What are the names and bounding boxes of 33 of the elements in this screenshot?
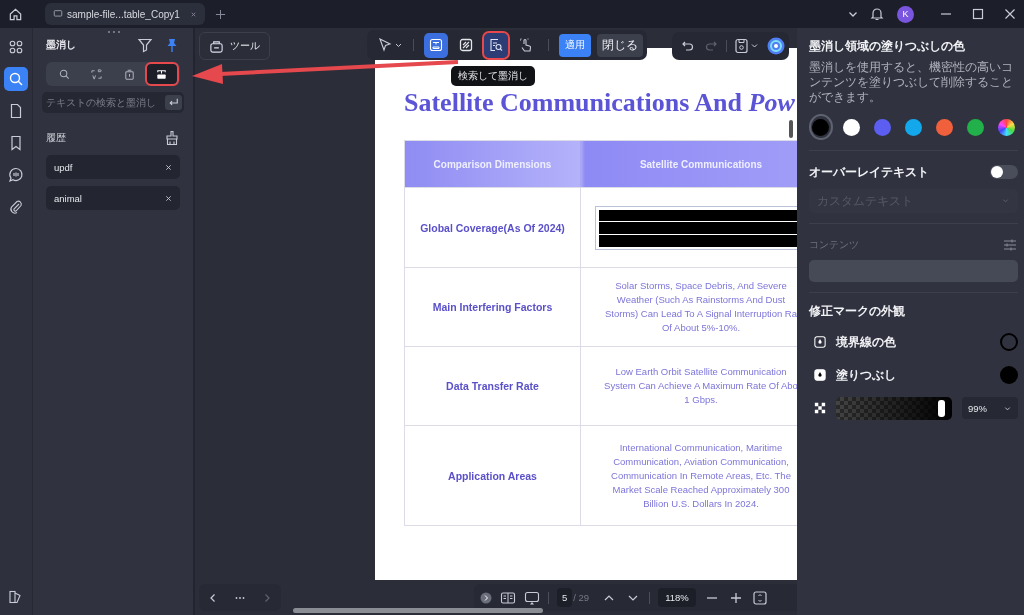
apply-button[interactable]: 適用: [559, 33, 591, 57]
table-cell: Solar Storms, Space Debris, And Severe Weather (Such As Rainstorms And Dust Storms) Can Lead To A Signal Interruption Ra Of About 5%-10%.: [604, 279, 797, 335]
appearance-label: 塗りつぶし: [836, 366, 897, 384]
fill-color-heading: 墨消し領域の塗りつぶしの色: [809, 38, 966, 55]
table-header-cell-text: Satellite Communications: [638, 157, 764, 172]
table-cell: Application Areas: [405, 426, 581, 525]
opacity-dropdown[interactable]: 99%: [962, 397, 1018, 419]
page-number-field[interactable]: 5: [557, 588, 573, 607]
search-field[interactable]: テキストの検索と墨消し: [42, 92, 184, 113]
avatar[interactable]: K: [897, 5, 914, 23]
history-item[interactable]: updf: [46, 155, 180, 179]
history-item[interactable]: animal: [46, 186, 180, 210]
table-cell: Data Transfer Rate: [405, 347, 581, 425]
table-cell: Global Coverage(As Of 2024): [405, 188, 581, 267]
history-text: animal: [54, 192, 82, 204]
table-cell: Low Earth Orbit Satellite Communication System Can Achieve A Maximum Rate Of Abo 1 Gbps.: [604, 365, 797, 407]
history-text: updf: [54, 161, 73, 173]
appearance-label: 境界線の色: [836, 333, 897, 351]
overlay-text-label: オーバーレイテキスト: [809, 163, 929, 181]
history-heading: 履歴: [46, 131, 67, 145]
page-total: / 29: [573, 592, 590, 603]
panel-title: 墨消し: [46, 38, 77, 52]
document-title: Satellite Communications And Pow: [404, 88, 796, 118]
document-tab[interactable]: sample-file...table_Copy1: [45, 3, 205, 25]
close-button[interactable]: 閉じる: [597, 33, 643, 57]
tools-button[interactable]: ツール: [199, 32, 270, 60]
fill-color-description: 墨消しを使用すると、機密性の高いコンテンツを塗りつぶして削除することができます。: [809, 60, 1014, 105]
zoom-field[interactable]: 118%: [658, 588, 696, 607]
table-header-cell: Comparison Dimensions: [405, 141, 581, 187]
table-cell: International Communication, Maritime Communication, Aviation Communication, Communication In Remote Areas, Etc. The Market Scale Reached Approximately 300 Billion U.S. Dollars In 2024.: [611, 440, 791, 511]
table-cell: Main Interfering Factors: [405, 268, 581, 346]
tooltip: 検索して墨消し: [451, 66, 535, 86]
appearance-heading: 修正マークの外観: [809, 303, 906, 320]
